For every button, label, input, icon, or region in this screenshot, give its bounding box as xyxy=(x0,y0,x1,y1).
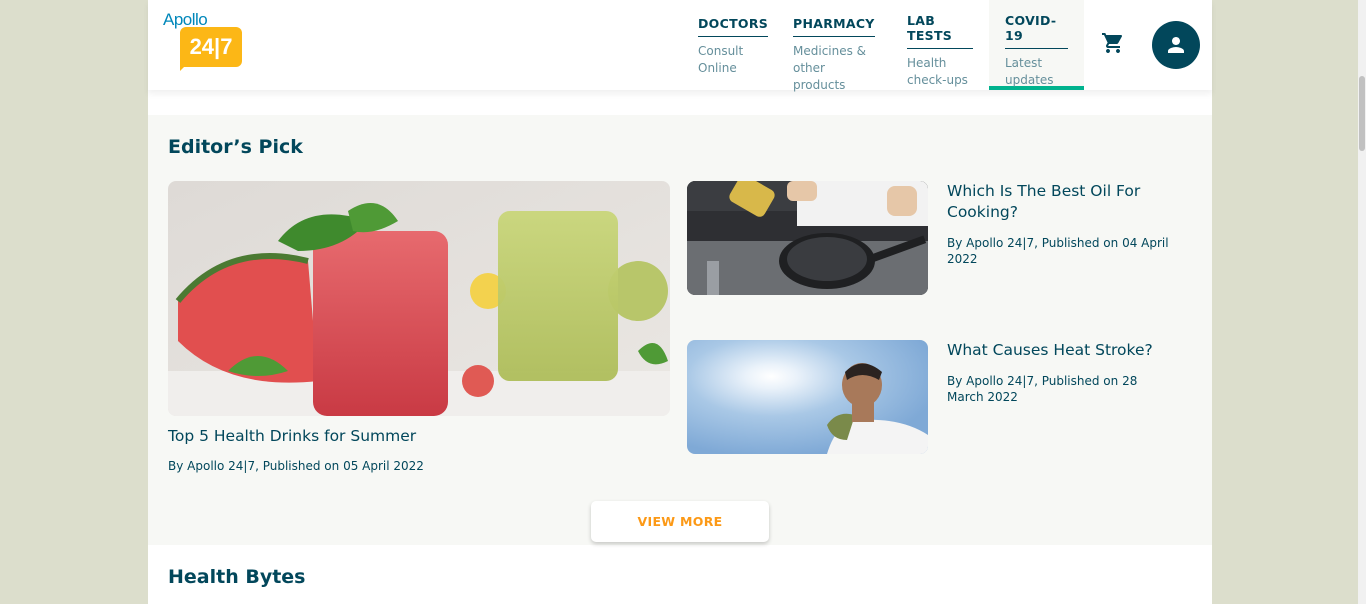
editors-pick-section: Editor’s Pick Top 5 Health Drinks for Su… xyxy=(148,115,1212,545)
cart-icon[interactable] xyxy=(1101,31,1125,55)
main-article-title[interactable]: Top 5 Health Drinks for Summer xyxy=(168,427,416,445)
nav-pharmacy[interactable]: PHARMACY Medicines & other products xyxy=(777,0,891,92)
nav-covid-19-sub: Latest updates xyxy=(1005,56,1054,87)
user-avatar-button[interactable] xyxy=(1152,21,1200,69)
article-title-cooking-oil[interactable]: Which Is The Best Oil For Cooking? xyxy=(947,181,1177,223)
logo-badge-tail xyxy=(180,62,189,71)
page-scrollbar[interactable] xyxy=(1358,0,1366,604)
article-title-heat-stroke[interactable]: What Causes Heat Stroke? xyxy=(947,340,1177,361)
view-more-button[interactable]: VIEW MORE xyxy=(591,501,769,542)
nav-doctors[interactable]: DOCTORS Consult Online xyxy=(682,0,778,90)
article-image-heat-stroke[interactable] xyxy=(687,340,928,454)
article-meta-heat-stroke: By Apollo 24|7, Published on 28 March 20… xyxy=(947,374,1138,404)
main-article-image[interactable] xyxy=(168,181,670,416)
main-article-meta: By Apollo 24|7, Published on 05 April 20… xyxy=(168,459,424,473)
nav-covid-19-title: COVID-19 xyxy=(1005,13,1068,49)
nav-lab-tests-title: LAB TESTS xyxy=(907,13,973,49)
article-meta-cooking-oil: By Apollo 24|7, Published on 04 April 20… xyxy=(947,236,1169,266)
nav-lab-tests[interactable]: LAB TESTS Health check-ups xyxy=(891,0,989,90)
apollo-logo[interactable]: Apollo 24|7 xyxy=(163,10,245,72)
page-container: Apollo 24|7 DOCTORS Consult Online PHARMA… xyxy=(148,0,1212,604)
nav-doctors-title: DOCTORS xyxy=(698,16,769,37)
article-image-cooking-oil[interactable] xyxy=(687,181,928,295)
logo-badge: 24|7 xyxy=(180,27,242,67)
health-bytes-title: Health Bytes xyxy=(168,566,306,588)
nav-covid-19[interactable]: COVID-19 Latest updates xyxy=(989,0,1084,90)
user-icon xyxy=(1168,37,1184,53)
nav-pharmacy-title: PHARMACY xyxy=(793,16,875,37)
nav-lab-tests-sub: Health check-ups xyxy=(907,56,968,87)
scrollbar-thumb[interactable] xyxy=(1359,76,1365,151)
nav-pharmacy-sub: Medicines & other products xyxy=(793,44,867,92)
site-header: Apollo 24|7 DOCTORS Consult Online PHARMA… xyxy=(148,0,1212,92)
editors-pick-title: Editor’s Pick xyxy=(168,136,303,158)
nav-doctors-sub: Consult Online xyxy=(698,44,744,75)
